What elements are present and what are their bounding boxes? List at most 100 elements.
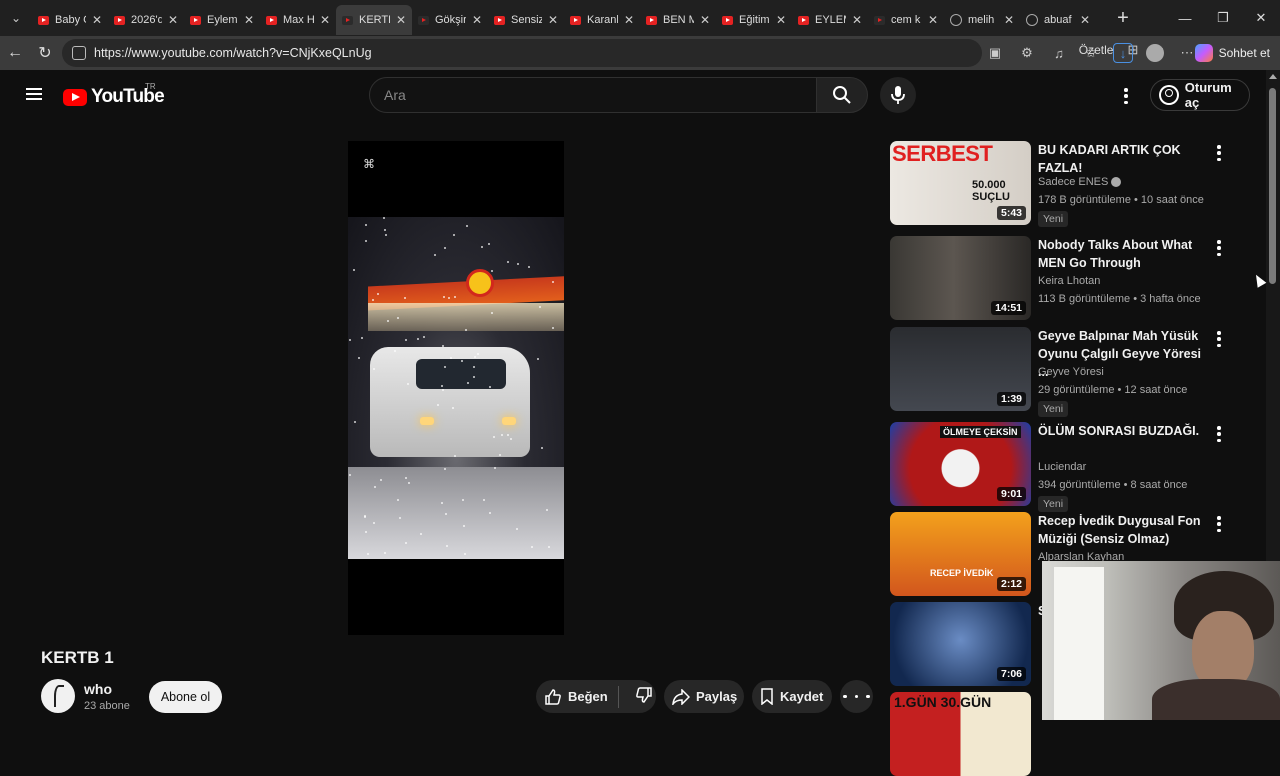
recommended-title[interactable]: Recep İvedik Duygusal Fon Müziği (Sensiz…: [1038, 512, 1208, 548]
youtube-logo[interactable]: YouTube TR: [63, 82, 165, 108]
favorites-icon[interactable]: ✩: [1081, 43, 1101, 63]
close-tab-icon[interactable]: ✕: [168, 13, 178, 27]
back-button[interactable]: ←: [0, 38, 30, 68]
channel-avatar[interactable]: [41, 679, 75, 713]
share-button[interactable]: Paylaş: [664, 680, 744, 713]
close-tab-icon[interactable]: ✕: [472, 13, 482, 27]
browser-tab[interactable]: abuaf ✕: [1020, 5, 1096, 35]
tab-title: Max H: [283, 14, 314, 26]
search-button[interactable]: [816, 77, 868, 113]
scroll-up-arrow-icon[interactable]: [1269, 74, 1277, 79]
recommended-title[interactable]: Nobody Talks About What MEN Go Through: [1038, 236, 1208, 272]
video-options-kebab-icon[interactable]: [1217, 331, 1221, 347]
close-tab-icon[interactable]: ✕: [700, 13, 710, 27]
like-button[interactable]: Beğen: [536, 688, 612, 706]
browser-tab[interactable]: Max H ✕: [260, 5, 336, 35]
menu-icon[interactable]: [26, 88, 42, 100]
signin-button[interactable]: Oturum aç: [1150, 79, 1250, 111]
video-thumbnail[interactable]: RECEP İVEDİK 2:12: [890, 512, 1031, 596]
recommended-channel[interactable]: Luciendar: [1038, 461, 1086, 473]
extensions-icon[interactable]: ⚙: [1017, 43, 1037, 63]
browser-tab[interactable]: EYLEM ✕: [792, 5, 868, 35]
browser-tab[interactable]: Eylem ✕: [184, 5, 260, 35]
profile-icon[interactable]: [1145, 43, 1165, 63]
recommended-channel[interactable]: Sadece ENES: [1038, 176, 1122, 188]
copilot-button[interactable]: Sohbet et: [1194, 42, 1270, 64]
close-tab-icon[interactable]: ✕: [244, 13, 254, 27]
address-bar[interactable]: https://www.youtube.com/watch?v=CNjKxeQL…: [62, 39, 982, 67]
recommended-channel[interactable]: Geyve Yöresi: [1038, 366, 1104, 378]
snowflake: [364, 516, 366, 518]
new-tab-button[interactable]: +: [1108, 7, 1138, 30]
site-info-icon[interactable]: [72, 46, 86, 60]
snowflake: [507, 261, 509, 263]
browser-tab[interactable]: Karanl ✕: [564, 5, 640, 35]
snowflake: [454, 296, 456, 298]
close-tab-icon[interactable]: ✕: [776, 13, 786, 27]
snowflake: [417, 338, 419, 340]
recommended-title[interactable]: BU KADARI ARTIK ÇOK FAZLA!: [1038, 141, 1208, 177]
close-tab-icon[interactable]: ✕: [396, 13, 406, 27]
video-thumbnail[interactable]: ÖLMEYE ÇEKSİN 9:01: [890, 422, 1031, 506]
video-options-kebab-icon[interactable]: [1217, 145, 1221, 161]
browser-tab[interactable]: Baby C ✕: [32, 5, 108, 35]
recommended-video[interactable]: 14:51 Nobody Talks About What MEN Go Thro…: [890, 236, 1230, 320]
meta-separator: •: [1120, 479, 1131, 491]
snowflake: [448, 297, 450, 299]
close-tab-icon[interactable]: ✕: [1004, 13, 1014, 27]
restore-icon[interactable]: ❐: [1204, 0, 1242, 36]
thumbnail-text: RECEP İVEDİK: [930, 568, 994, 578]
scrollbar-thumb[interactable]: [1269, 88, 1276, 284]
video-thumbnail[interactable]: 7:06: [890, 602, 1031, 686]
video-thumbnail[interactable]: 14:51: [890, 236, 1031, 320]
subscribe-button[interactable]: Abone ol: [149, 681, 222, 713]
snowflake: [517, 263, 519, 265]
recommended-channel[interactable]: Keira Lhotan: [1038, 275, 1100, 287]
recommended-video[interactable]: ÖLMEYE ÇEKSİN 9:01 ÖLÜM SONRASI BUZDAĞI. Lu…: [890, 422, 1230, 512]
video-thumbnail[interactable]: 1.GÜN 30.GÜN: [890, 692, 1031, 776]
video-options-kebab-icon[interactable]: [1217, 240, 1221, 256]
snowflake: [481, 246, 483, 248]
close-tab-icon[interactable]: ✕: [92, 13, 102, 27]
channel-name[interactable]: who: [84, 681, 112, 697]
browser-tab[interactable]: melih ✕: [944, 5, 1020, 35]
minimize-icon[interactable]: —: [1166, 0, 1204, 36]
close-tab-icon[interactable]: ✕: [624, 13, 634, 27]
close-window-icon[interactable]: ✕: [1242, 0, 1280, 36]
search-input[interactable]: Ara: [369, 77, 817, 113]
browser-tab[interactable]: Eğitim ✕: [716, 5, 792, 35]
video-options-kebab-icon[interactable]: [1217, 426, 1221, 442]
calendar-extension-icon[interactable]: ▣: [985, 43, 1005, 63]
browser-tab[interactable]: Gökşir ✕: [412, 5, 488, 35]
close-tab-icon[interactable]: ✕: [548, 13, 558, 27]
close-tab-icon[interactable]: ✕: [320, 13, 330, 27]
close-tab-icon[interactable]: ✕: [852, 13, 862, 27]
browser-tab[interactable]: Sensiz ✕: [488, 5, 564, 35]
recommended-title[interactable]: ÖLÜM SONRASI BUZDAĞI.: [1038, 422, 1208, 440]
more-actions-button[interactable]: [840, 680, 873, 713]
save-button[interactable]: Kaydet: [752, 680, 832, 713]
media-control-icon[interactable]: ♫: [1049, 43, 1069, 63]
video-thumbnail[interactable]: SERBEST 50.000 SUÇLU 5:43: [890, 141, 1031, 225]
browser-tab[interactable]: 2026'd ✕: [108, 5, 184, 35]
settings-kebab-icon[interactable]: [1118, 86, 1134, 106]
tab-actions-chevron-icon[interactable]: ⌄: [0, 0, 32, 36]
browser-tab[interactable]: KERTB ✕: [336, 5, 412, 35]
close-tab-icon[interactable]: ✕: [928, 13, 938, 27]
recommended-video[interactable]: 1:39 Geyve Balpınar Mah Yüsük Oyunu Çalgı…: [890, 327, 1230, 417]
tab-title: EYLEM: [815, 14, 846, 26]
video-thumbnail[interactable]: 1:39: [890, 327, 1031, 411]
recommended-video[interactable]: SERBEST 50.000 SUÇLU 5:43 BU KADARI ARTIK Ç…: [890, 141, 1230, 227]
video-player[interactable]: ⌘: [348, 141, 564, 635]
youtube-icon: [342, 15, 353, 25]
meta-separator: •: [1114, 384, 1125, 396]
dislike-button[interactable]: [625, 686, 653, 707]
browser-tab[interactable]: cem k ✕: [868, 5, 944, 35]
reload-button[interactable]: ↻: [30, 38, 60, 68]
browser-tab[interactable]: BEN M ✕: [640, 5, 716, 35]
voice-search-button[interactable]: [880, 77, 916, 113]
downloads-icon[interactable]: ↓: [1113, 43, 1133, 63]
snowflake: [408, 482, 410, 484]
close-tab-icon[interactable]: ✕: [1080, 13, 1090, 27]
video-options-kebab-icon[interactable]: [1217, 516, 1221, 532]
